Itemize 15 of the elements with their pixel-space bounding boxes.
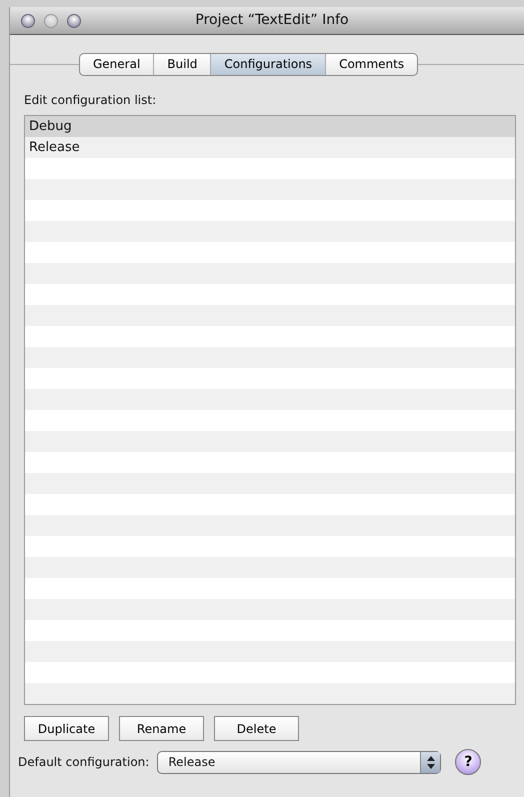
help-button[interactable]: ? [455,749,482,775]
up-down-arrows-icon [426,756,435,768]
tab[interactable]: Comments [326,54,418,75]
default-configuration-label: Default configuration: [18,754,150,771]
tab[interactable]: General [80,54,154,75]
zoom-button[interactable] [67,14,81,28]
tab[interactable]: Configurations [211,54,326,75]
window-title: Project “TextEdit” Info [194,11,350,30]
action-button[interactable]: Rename [119,716,204,741]
action-button[interactable]: Duplicate [24,716,109,741]
default-configuration-popup[interactable]: Release [157,750,442,774]
list-row[interactable]: Debug [25,116,515,137]
list-label: Edit configuration list: [24,92,158,109]
action-button[interactable]: Delete [214,716,299,741]
close-button[interactable] [21,14,35,28]
